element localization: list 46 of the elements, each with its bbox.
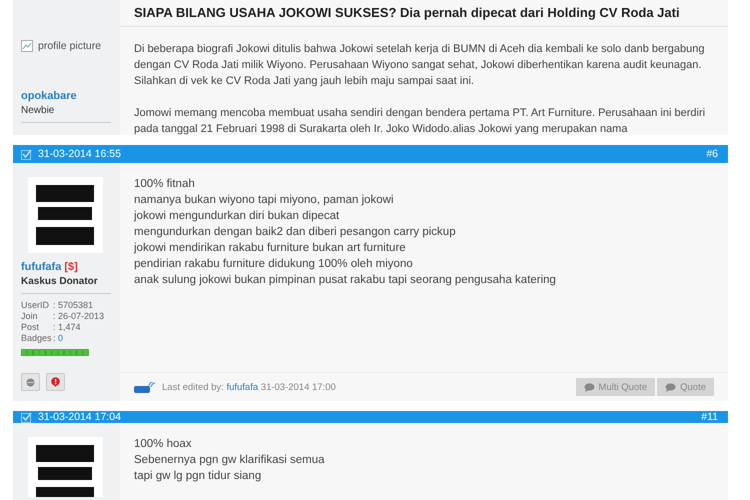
stat-value: : 5705381 — [53, 300, 94, 310]
alert-icon — [51, 377, 60, 387]
editor-link[interactable]: fufufafa — [226, 382, 258, 392]
checkbox-icon — [21, 148, 32, 160]
post-date: 31-03-2014 17:04 — [38, 411, 121, 423]
stat-label: Badges — [21, 333, 53, 343]
stat-value: : — [53, 333, 57, 343]
post-line: mengundurkan dengan baik2 dan diberi pesangon carry pickup — [134, 225, 457, 240]
post-line: jokowi mengundurkan diri bukan dipecat — [134, 209, 340, 224]
stat-value: : 1,474 — [53, 322, 81, 332]
quote-button[interactable]: Quote — [657, 378, 714, 396]
post-line: namanya bukan wiyono tapi miyono, paman jokowi — [134, 193, 395, 208]
post-line: 100% fitnah — [134, 177, 196, 192]
report-button[interactable] — [46, 373, 65, 391]
post-line: jokowi mendirikan rakabu furniture bukan art furniture — [134, 241, 407, 256]
username-link[interactable]: opokabare — [21, 90, 77, 102]
post-number-link[interactable]: #6 — [706, 148, 718, 160]
stat-label: UserID — [21, 300, 50, 310]
post-date: 31-03-2014 16:55 — [38, 148, 121, 160]
post-line: Sebenernya pgn gw klarifikasi semua — [134, 453, 326, 468]
post-line: anak sulung jokowi bukan pimpinan pusat rakabu tapi seorang pengusaha katering — [134, 273, 557, 288]
broken-image-icon — [21, 40, 33, 52]
print-button[interactable] — [21, 373, 40, 391]
post-paragraph: Jomowi memang mencoba membuat usaha sendiri dengan bendera pertama PT. Art Furniture. Perusahaan ini berdiri pada tanggal 21 Februari 1998 di Surakarta oleh Ir. Joko Widodo.alias Jokowi yang merupakan nama — [134, 106, 706, 135]
user-rank: Kaskus Donator — [21, 276, 111, 294]
reputation-bar-drawing — [21, 349, 89, 356]
post-line: pendirian rakabu furniture didukung 100% oleh miyono — [134, 257, 414, 272]
image-alt-text: profile picture — [38, 40, 102, 52]
last-edited-text: Last edited by: fufufafa 31-03-2014 17:00 — [162, 382, 336, 392]
user-rank: Newbie — [21, 105, 111, 123]
post-line: 100% hoax — [134, 437, 193, 452]
badges-link[interactable]: 0 — [58, 333, 64, 343]
checkbox-icon — [21, 412, 32, 422]
stat-label: Post — [21, 322, 40, 332]
thread-title: SIAPA BILANG USAHA JOKOWI SUKSES? Dia pernah dipecat dari Holding CV Roda Jati — [120, 0, 728, 27]
signal-badge-icon — [134, 382, 156, 392]
username-link[interactable]: fufufafa — [21, 261, 62, 273]
post-paragraph: Di beberapa biografi Jokowi ditulis bahwa Jokowi setelah kerja di BUMN di Aceh dia kembali ke solo danb bergabung dengan CV Roda Jati milik Wiyono. Perusahaan Wiyono sangat sehat, Jokowi diberhentikan karena audit keunagan. Silahkan di vek ke CV Roda Jati yang jauh lebih maju sampai saat ini. — [134, 42, 706, 89]
multi-quote-button[interactable]: Multi Quote — [576, 378, 656, 396]
stat-value: : 26-07-2013 — [53, 311, 104, 321]
stat-label: Join — [21, 311, 39, 321]
post-number-link[interactable]: #11 — [701, 411, 718, 423]
speech-bubble-icon — [665, 382, 676, 392]
post-line: tapi gw lg pgn tidur siang — [134, 469, 262, 484]
donator-label: [$] — [64, 261, 78, 273]
speech-bubble-icon — [584, 382, 595, 392]
